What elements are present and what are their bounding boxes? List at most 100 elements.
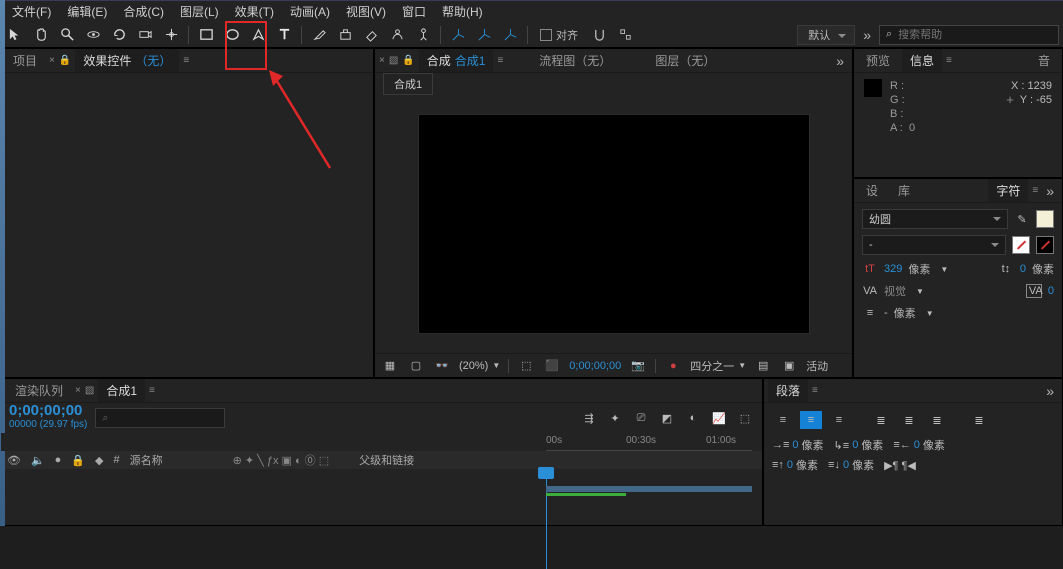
panel-menu-icon[interactable]: ≡ [812,385,818,396]
justify-all-button[interactable]: ≣ [968,411,990,429]
tab-info[interactable]: 信息 [902,49,942,72]
align-center-button[interactable]: ≡ [800,411,822,429]
col-source-name[interactable]: 源名称 [130,452,163,468]
kerning-value[interactable]: 0 [1048,285,1054,297]
orbit-tool[interactable] [82,24,104,46]
close-tab-icon[interactable]: × [49,55,55,66]
label-column-icon[interactable]: ◆ [95,454,103,467]
fill-color[interactable] [1036,210,1054,228]
tracking-value[interactable]: 视觉 [884,283,906,299]
toggle-alpha-icon[interactable]: ▦ [381,357,399,375]
toggle-mask-icon[interactable]: 👓 [433,357,451,375]
indent-first[interactable]: ↳≡ 0 像素 [834,437,884,453]
axis-local-icon[interactable] [447,24,469,46]
font-style-dropdown[interactable]: - [862,235,1006,255]
menu-composition[interactable]: 合成(C) [115,1,172,22]
quality-dropdown[interactable]: 四分之一 ▼ [690,358,746,374]
close-tab-icon[interactable]: × [75,385,81,396]
pen-tool[interactable] [247,24,269,46]
justify-right-button[interactable]: ≣ [926,411,948,429]
panel-overflow[interactable]: » [1042,183,1058,199]
timeline-timecode[interactable]: 0;00;00;00 00000 (29.97 fps) [9,404,87,432]
brainstorm-icon[interactable]: ⬚ [736,409,754,427]
tab-effect-controls[interactable]: 效果控件 （无） [75,49,179,72]
brush-tool[interactable] [308,24,330,46]
tab-timeline-comp[interactable]: 合成1 [98,379,145,402]
current-time[interactable]: 0;00;00;00 [569,360,621,372]
panel-menu-icon[interactable]: ≡ [1032,185,1038,196]
zoom-tool[interactable] [56,24,78,46]
align-right-button[interactable]: ≡ [828,411,850,429]
panel-menu-icon[interactable]: ≡ [149,385,155,396]
menu-layer[interactable]: 图层(L) [172,1,227,22]
comp-mini-flowchart-icon[interactable]: ⇶ [580,409,598,427]
motion-blur-icon[interactable]: ◐ [684,409,702,427]
eye-column-icon[interactable]: 👁 [7,454,21,467]
view2-icon[interactable]: ▣ [780,357,798,375]
panel-menu-icon[interactable]: ≡ [497,55,503,66]
puppet-tool[interactable] [412,24,434,46]
workspace-more[interactable]: » [859,27,875,43]
graph-icon[interactable]: 📈 [710,409,728,427]
work-area-bar[interactable] [546,486,752,492]
swap-color-icon[interactable] [1036,236,1054,254]
tab-character[interactable]: 字符 [988,179,1028,202]
tab-audio[interactable]: 音 [1030,49,1058,72]
justify-center-button[interactable]: ≣ [898,411,920,429]
solo-column-icon[interactable]: ● [55,454,62,466]
panel-overflow[interactable]: » [832,53,848,69]
panel-overflow[interactable]: » [1042,383,1058,399]
rtl-icon[interactable]: ▶¶ [884,459,898,472]
roto-tool[interactable] [386,24,408,46]
menu-edit[interactable]: 编辑(E) [59,1,115,22]
anchor-tool[interactable] [160,24,182,46]
speaker-column-icon[interactable]: 🔈 [31,454,45,467]
toggle-transparency-icon[interactable]: ▢ [407,357,425,375]
tab-layer[interactable]: 图层（无） [647,49,723,72]
space-after[interactable]: ≡↓ 0 像素 [828,457,874,473]
panel-menu-icon[interactable]: ≡ [183,55,189,66]
leading-value[interactable]: 0 [1020,263,1026,275]
lock-column-icon[interactable]: 🔒 [71,454,85,467]
tab-render-queue[interactable]: 渲染队列 [7,379,71,402]
snapshot-icon[interactable]: 📷 [629,357,647,375]
shy-icon[interactable]: ⎚ [632,409,650,427]
menu-help[interactable]: 帮助(H) [434,1,491,22]
search-help-input[interactable] [898,29,1052,41]
space-before[interactable]: ≡↑ 0 像素 [772,457,818,473]
canvas[interactable] [419,115,809,333]
menu-file[interactable]: 文件(F) [4,1,59,22]
stroke-color[interactable] [1012,236,1030,254]
tab-project[interactable]: 项目 [5,49,45,72]
menu-window[interactable]: 窗口 [394,1,434,22]
indent-left[interactable]: →≡ 0 像素 [772,437,824,453]
view1-icon[interactable]: ▤ [754,357,772,375]
search-help[interactable]: ⌕ [879,25,1059,45]
axis-view-icon[interactable] [499,24,521,46]
stroke-dash[interactable]: - [884,307,888,319]
align-left-button[interactable]: ≡ [772,411,794,429]
snap-checkbox[interactable] [540,29,552,41]
zoom-dropdown[interactable]: (20%) ▼ [459,360,500,372]
tab-composition[interactable]: 合成 合成1 [419,49,494,72]
selection-tool[interactable] [4,24,26,46]
menu-effect[interactable]: 效果(T) [227,1,282,22]
comp-sub-tab[interactable]: 合成1 [383,73,433,95]
roi-icon[interactable]: ⬛ [543,357,561,375]
panel-menu-icon[interactable]: ≡ [946,55,952,66]
timeline-search[interactable]: ⌕ [95,408,225,428]
tab-set[interactable]: 设 [858,179,886,202]
snap-icon[interactable] [588,24,610,46]
camera-tool[interactable] [134,24,156,46]
viewport[interactable] [375,95,852,353]
ellipse-tool[interactable] [221,24,243,46]
lock-icon[interactable]: 🔒 [59,55,71,66]
eyedropper-icon[interactable]: ✎ [1014,213,1030,226]
hand-tool[interactable] [30,24,52,46]
menu-animation[interactable]: 动画(A) [282,1,338,22]
active-camera[interactable]: 活动 [806,358,828,374]
font-family-dropdown[interactable]: 幼圆 [862,209,1008,229]
resolution-icon[interactable]: ⬚ [517,357,535,375]
col-parent[interactable]: 父级和链接 [359,452,414,468]
channel-icon[interactable]: ● [664,357,682,375]
